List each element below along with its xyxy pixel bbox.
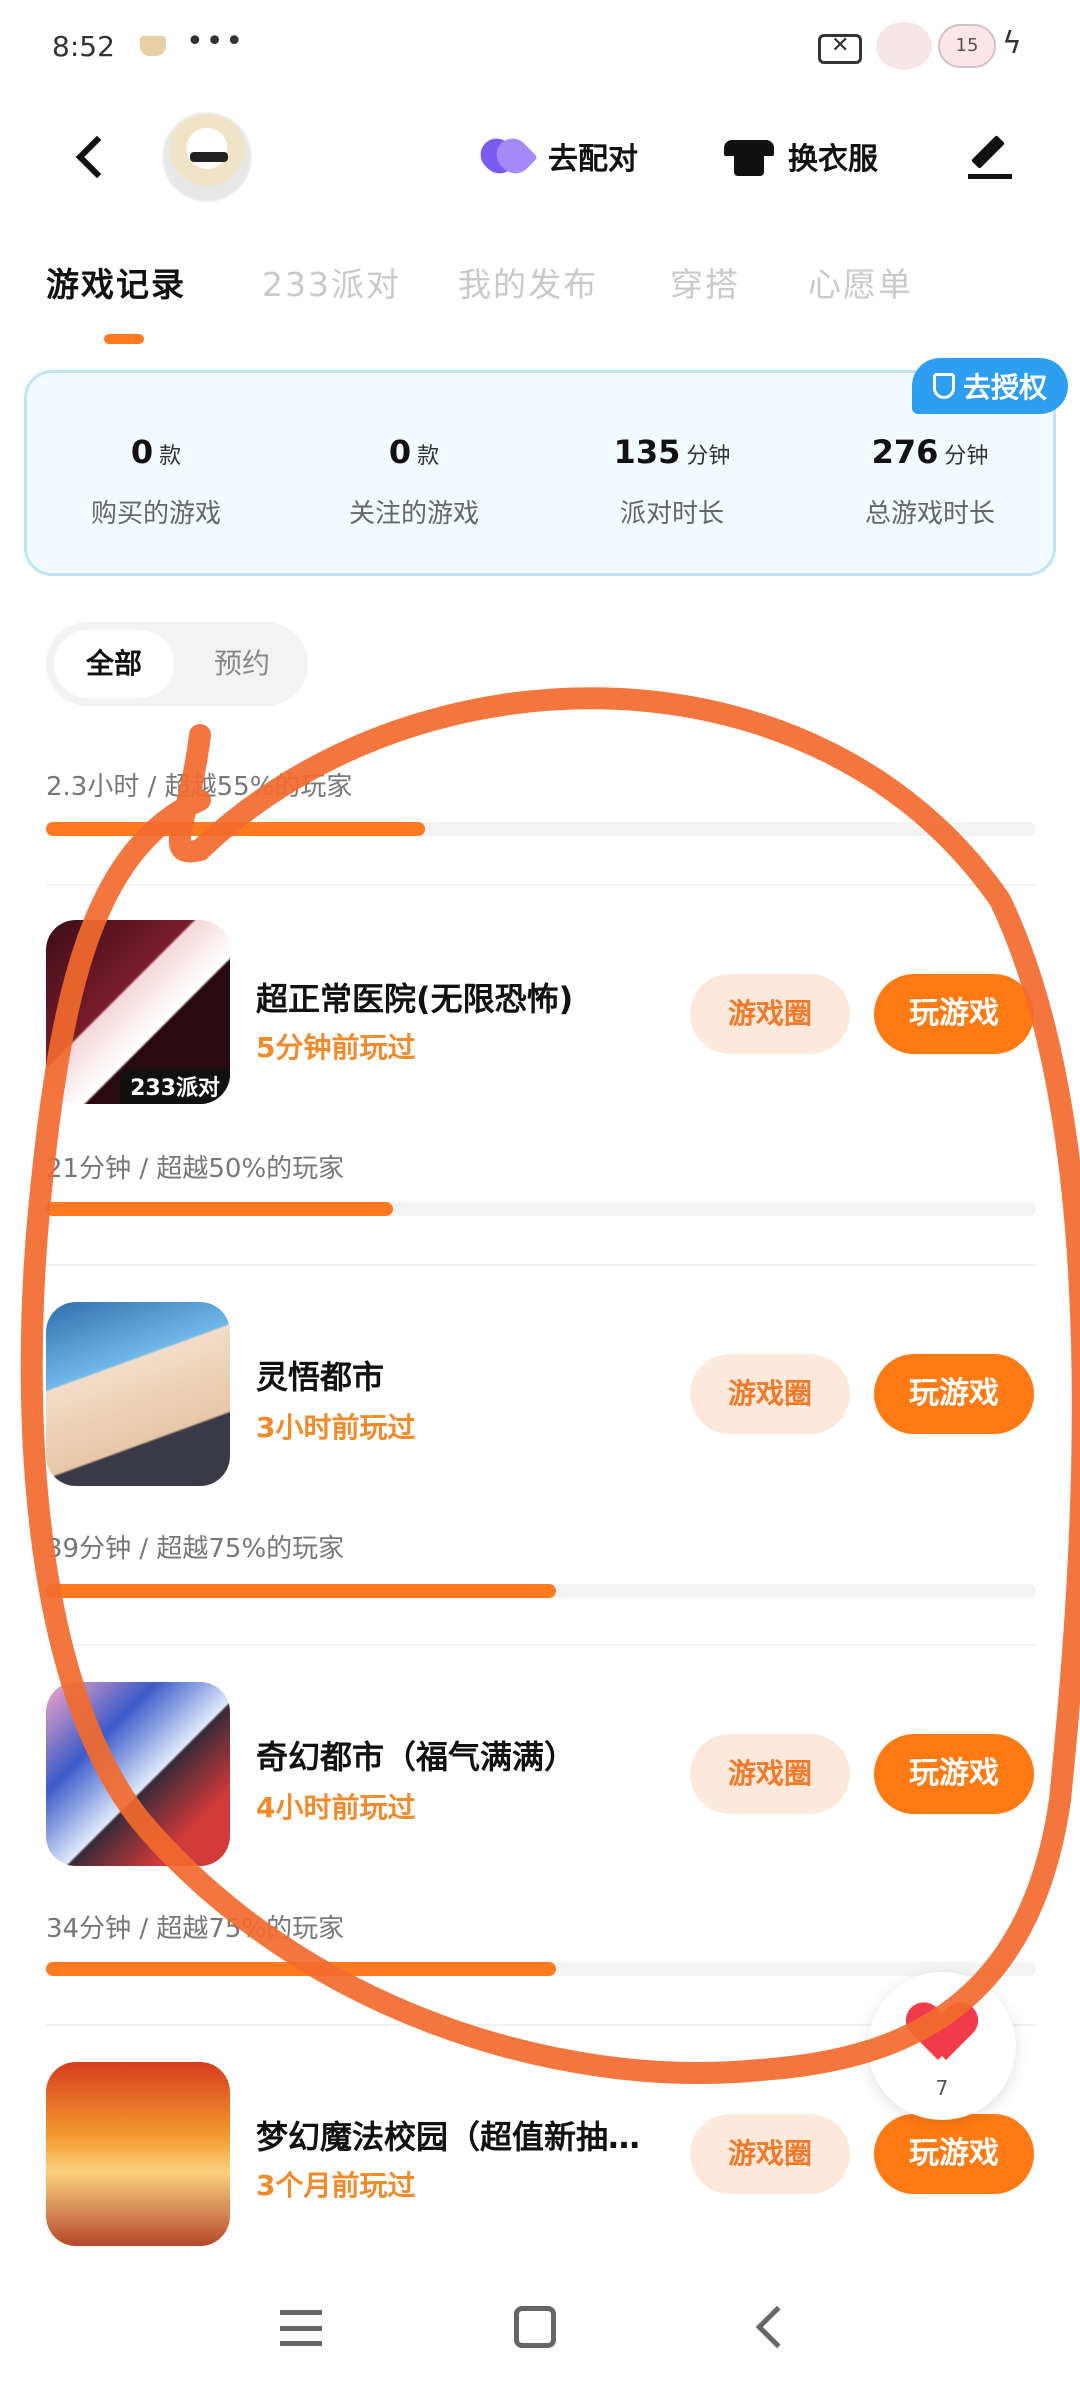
- tab-outfits[interactable]: 穿搭: [670, 258, 740, 306]
- wifi-icon: [876, 22, 932, 70]
- stat-purchased: 0款 购买的游戏: [90, 433, 221, 529]
- battery-x-icon: ✕: [818, 33, 862, 64]
- play-game-button[interactable]: 玩游戏: [874, 2114, 1034, 2194]
- filter-toggle: 全部 预约: [46, 622, 308, 706]
- progress-text: 21分钟 / 超越50%的玩家: [46, 1154, 345, 1184]
- back-button[interactable]: [72, 132, 112, 180]
- progress-fill: [46, 822, 426, 836]
- tab-my-posts[interactable]: 我的发布: [458, 258, 598, 306]
- progress-fill: [46, 1202, 393, 1216]
- filter-reserve[interactable]: 预约: [184, 630, 300, 698]
- play-game-button[interactable]: 玩游戏: [874, 1734, 1034, 1814]
- game-icon[interactable]: 233派对: [46, 920, 230, 1104]
- game-icon[interactable]: [46, 1302, 230, 1486]
- stat-party-time: 135 分钟 派对时长: [613, 433, 731, 529]
- progress-track: [46, 1962, 1036, 1976]
- progress-text: 2.3小时 / 超越55%的玩家: [46, 772, 353, 802]
- game-name[interactable]: 超正常医院(无限恐怖): [256, 974, 573, 1020]
- stat-total-time: 276 分钟 总游戏时长: [864, 433, 995, 529]
- stats-card: 0款 购买的游戏 0款 关注的游戏 135 分钟 派对时长 276 分钟 总游戏时长: [24, 370, 1056, 576]
- more-notifications-icon: •••: [186, 24, 246, 59]
- shirt-icon: [724, 134, 774, 178]
- pair-button[interactable]: 去配对: [480, 128, 638, 184]
- game-icon[interactable]: [46, 2062, 230, 2246]
- game-tag: 233派对: [120, 1068, 230, 1104]
- progress-track: [46, 822, 1036, 836]
- progress-text: 34分钟 / 超越75%的玩家: [46, 1914, 345, 1944]
- last-played: 4小时前玩过: [256, 1791, 416, 1824]
- like-fab[interactable]: 7: [868, 1972, 1016, 2120]
- like-count: 7: [935, 2076, 949, 2100]
- game-circle-button[interactable]: 游戏圈: [690, 974, 850, 1054]
- outfit-label: 换衣服: [788, 142, 878, 177]
- game-circle-button[interactable]: 游戏圈: [690, 2114, 850, 2194]
- play-game-button[interactable]: 玩游戏: [874, 1354, 1034, 1434]
- game-icon[interactable]: [46, 1682, 230, 1866]
- filter-all[interactable]: 全部: [54, 630, 174, 698]
- pair-label: 去配对: [548, 142, 638, 177]
- last-played: 3个月前玩过: [256, 2169, 416, 2202]
- shield-check-icon: [932, 373, 955, 399]
- last-played: 3小时前玩过: [256, 1411, 416, 1444]
- game-name[interactable]: 奇幻都市（福气满满）: [256, 1732, 576, 1778]
- progress-track: [46, 1202, 1036, 1216]
- game-circle-button[interactable]: 游戏圈: [690, 1354, 850, 1434]
- progress-fill: [46, 1962, 556, 1976]
- authorize-button[interactable]: 去授权: [912, 358, 1068, 414]
- play-game-button[interactable]: 玩游戏: [874, 974, 1034, 1054]
- outfit-button[interactable]: 换衣服: [724, 128, 878, 184]
- charging-icon: ϟ: [1002, 26, 1022, 61]
- game-name[interactable]: 灵悟都市: [256, 1352, 384, 1398]
- divider: [46, 1264, 1036, 1266]
- progress-text: 39分钟 / 超越75%的玩家: [46, 1534, 345, 1564]
- progress-track: [46, 1584, 1036, 1598]
- hearts-icon: [480, 136, 534, 176]
- avatar[interactable]: [162, 112, 252, 202]
- game-circle-button[interactable]: 游戏圈: [690, 1734, 850, 1814]
- progress-fill: [46, 1584, 556, 1598]
- divider: [46, 1644, 1036, 1646]
- tab-game-records[interactable]: 游戏记录: [46, 258, 186, 306]
- authorize-label: 去授权: [962, 371, 1047, 404]
- heart-icon: [910, 2004, 974, 2060]
- tab-233-party[interactable]: 233派对: [262, 258, 401, 306]
- home-icon[interactable]: [514, 2306, 556, 2348]
- tab-wishlist[interactable]: 心愿单: [808, 258, 913, 306]
- stat-followed: 0款 关注的游戏: [348, 433, 479, 529]
- edit-pen-icon[interactable]: [968, 134, 1012, 180]
- status-time: 8:52: [52, 30, 115, 63]
- last-played: 5分钟前玩过: [256, 1031, 416, 1064]
- battery-level-badge: 15: [938, 24, 996, 68]
- divider: [46, 884, 1036, 886]
- notification-cup-icon: [140, 36, 166, 56]
- active-tab-indicator: [104, 334, 144, 344]
- recent-apps-icon[interactable]: [280, 2310, 322, 2346]
- game-name[interactable]: 梦幻魔法校园（超值新抽…: [256, 2112, 640, 2158]
